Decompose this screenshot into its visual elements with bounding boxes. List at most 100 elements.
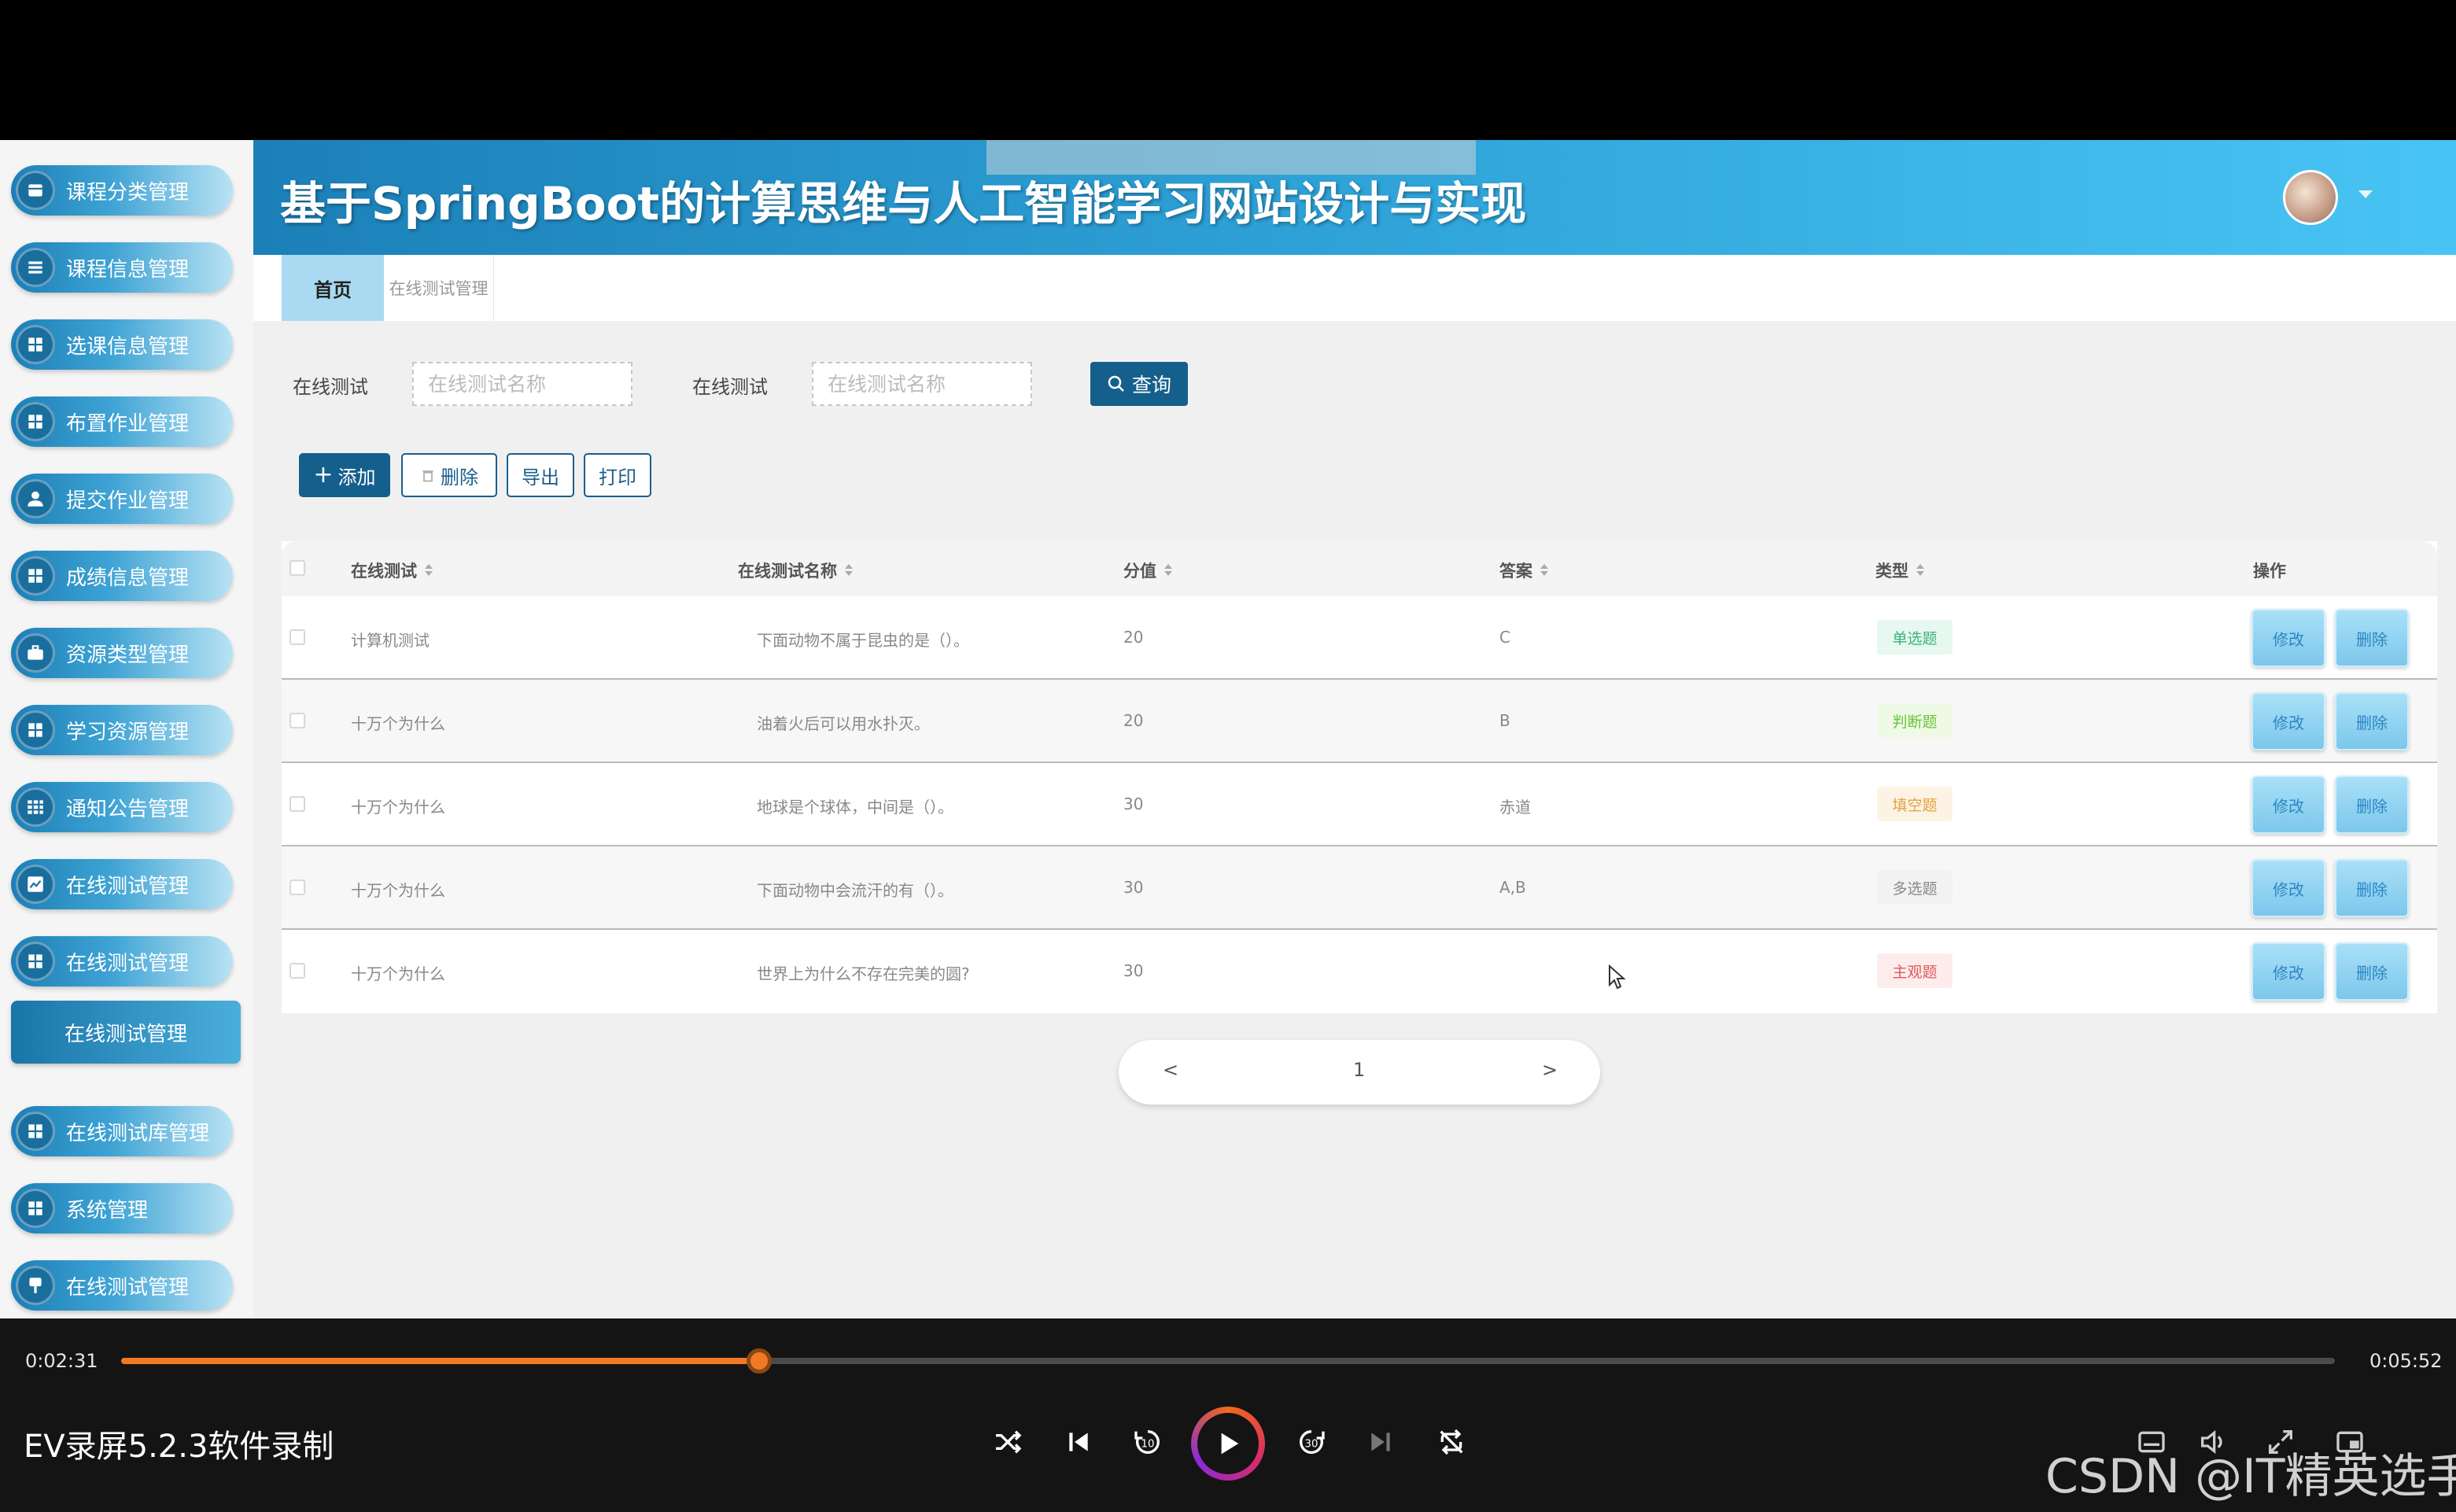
rewind-10-icon[interactable]: 10 bbox=[1127, 1421, 1169, 1463]
sidebar-item-resource-type[interactable]: 资源类型管理 bbox=[11, 628, 233, 678]
shuffle-icon[interactable] bbox=[986, 1421, 1029, 1463]
search-input-test[interactable] bbox=[412, 362, 632, 406]
chart-icon bbox=[16, 865, 55, 904]
sort-icon bbox=[1540, 564, 1548, 577]
add-button[interactable]: + 添加 bbox=[299, 453, 390, 497]
repeat-icon[interactable] bbox=[1430, 1421, 1473, 1463]
column-header[interactable]: 答案 bbox=[1499, 559, 1548, 582]
page-number-1[interactable]: 1 bbox=[1353, 1059, 1365, 1081]
edit-button[interactable]: 修改 bbox=[2251, 776, 2325, 834]
sidebar-item-label: 在线测试管理 bbox=[66, 874, 190, 898]
sidebar-item-course-selection[interactable]: 选课信息管理 bbox=[11, 319, 233, 370]
avatar[interactable] bbox=[2283, 170, 2338, 225]
table-row: 十万个为什么 下面动物中会流汗的有（）。 30 A,B 多选题 修改 删除 bbox=[282, 846, 2437, 930]
column-header[interactable]: 分值 bbox=[1123, 559, 1172, 582]
edit-button[interactable]: 修改 bbox=[2251, 859, 2325, 917]
play-button[interactable] bbox=[1191, 1407, 1265, 1481]
row-delete-button[interactable]: 删除 bbox=[2335, 776, 2409, 834]
sidebar-subitem-online-test-active[interactable]: 在线测试管理 bbox=[11, 1001, 241, 1064]
row-checkbox[interactable] bbox=[289, 963, 305, 979]
chevron-down-icon[interactable] bbox=[2358, 190, 2373, 198]
prev-page-button[interactable]: < bbox=[1163, 1059, 1178, 1081]
row-delete-button[interactable]: 删除 bbox=[2335, 609, 2409, 667]
table-row: 十万个为什么 世界上为什么不存在完美的圆? 30 主观题 修改 删除 bbox=[282, 930, 2437, 1013]
sidebar-item-course-info[interactable]: 课程信息管理 bbox=[11, 242, 233, 293]
sidebar-item-test-bank[interactable]: 在线测试库管理 bbox=[11, 1106, 233, 1156]
column-header[interactable]: 在线测试 bbox=[351, 559, 433, 582]
sidebar-item-label: 资源类型管理 bbox=[66, 643, 190, 667]
cell-test: 十万个为什么 bbox=[351, 964, 445, 983]
seek-bar-fill bbox=[121, 1358, 759, 1364]
select-all-checkbox[interactable] bbox=[289, 560, 305, 576]
add-label: 添加 bbox=[337, 466, 376, 489]
data-table: 在线测试 在线测试名称 分值 答案 类型 操作 计算机测试 下面动物不属于昆虫的… bbox=[282, 541, 2437, 1013]
seek-bar-handle[interactable] bbox=[746, 1348, 772, 1374]
column-header[interactable]: 类型 bbox=[1875, 559, 1924, 582]
total-time: 0:05:52 bbox=[2369, 1350, 2443, 1372]
skip-previous-icon[interactable] bbox=[1057, 1421, 1100, 1463]
sidebar-item-online-test-1[interactable]: 在线测试管理 bbox=[11, 859, 233, 909]
plus-icon: + bbox=[313, 461, 334, 489]
row-checkbox[interactable] bbox=[289, 713, 305, 728]
forward-30-icon[interactable]: 30 bbox=[1290, 1421, 1333, 1463]
delete-label: 删除 bbox=[441, 466, 478, 489]
cell-score: 30 bbox=[1123, 878, 1144, 897]
sidebar-item-submit-homework[interactable]: 提交作业管理 bbox=[11, 474, 233, 524]
type-tag: 单选题 bbox=[1877, 620, 1953, 655]
cell-score: 30 bbox=[1123, 961, 1144, 980]
cell-score: 20 bbox=[1123, 711, 1144, 730]
sidebar-item-label: 学习资源管理 bbox=[66, 720, 190, 744]
grid-icon bbox=[16, 1189, 55, 1228]
sidebar-item-label: 通知公告管理 bbox=[66, 797, 190, 821]
edit-button[interactable]: 修改 bbox=[2251, 609, 2325, 667]
search-input-test-name[interactable] bbox=[812, 362, 1032, 406]
column-header[interactable]: 在线测试名称 bbox=[738, 559, 853, 582]
sidebar-item-learning-resources[interactable]: 学习资源管理 bbox=[11, 705, 233, 755]
cell-test: 十万个为什么 bbox=[351, 881, 445, 900]
list-icon bbox=[16, 248, 55, 287]
row-delete-button[interactable]: 删除 bbox=[2335, 692, 2409, 750]
type-tag: 多选题 bbox=[1877, 870, 1953, 905]
sidebar-item-course-category[interactable]: 课程分类管理 bbox=[11, 165, 233, 216]
cell-answer: A,B bbox=[1499, 878, 1526, 897]
cell-test: 十万个为什么 bbox=[351, 798, 445, 817]
cell-name: 地球是个球体，中间是（）。 bbox=[757, 798, 953, 817]
row-delete-button[interactable]: 删除 bbox=[2335, 859, 2409, 917]
edit-button[interactable]: 修改 bbox=[2251, 942, 2325, 1001]
video-player-controls: 0:02:31 0:05:52 EV录屏5.2.3软件录制 10 30 CSDN… bbox=[0, 1318, 2456, 1512]
sidebar-item-system[interactable]: 系统管理 bbox=[11, 1183, 233, 1234]
edit-button[interactable]: 修改 bbox=[2251, 692, 2325, 750]
sort-icon bbox=[1916, 564, 1924, 577]
sidebar-item-label: 成绩信息管理 bbox=[66, 566, 190, 590]
search-label-1: 在线测试 bbox=[293, 376, 368, 398]
sidebar-item-online-test-3[interactable]: 在线测试管理 bbox=[11, 1260, 233, 1311]
seek-bar[interactable] bbox=[121, 1348, 2335, 1374]
table-row: 计算机测试 下面动物不属于昆虫的是（）。 20 C 单选题 修改 删除 bbox=[282, 596, 2437, 680]
row-checkbox[interactable] bbox=[289, 796, 305, 812]
print-button[interactable]: 打印 bbox=[584, 453, 651, 497]
tab-online-test[interactable]: 在线测试管理 bbox=[384, 255, 494, 321]
sidebar-item-assign-homework[interactable]: 布置作业管理 bbox=[11, 396, 233, 447]
cell-answer: C bbox=[1499, 628, 1510, 647]
export-button[interactable]: 导出 bbox=[507, 453, 574, 497]
next-page-button[interactable]: > bbox=[1542, 1059, 1558, 1081]
query-button[interactable]: 查询 bbox=[1090, 362, 1188, 406]
cell-score: 20 bbox=[1123, 628, 1144, 647]
row-delete-button[interactable]: 删除 bbox=[2335, 942, 2409, 1001]
book-icon bbox=[16, 171, 55, 210]
type-tag: 主观题 bbox=[1877, 953, 1953, 988]
sort-icon bbox=[1164, 564, 1172, 577]
delete-button[interactable]: 删除 bbox=[401, 453, 497, 497]
sidebar-item-online-test-2[interactable]: 在线测试管理 bbox=[11, 936, 233, 986]
sidebar-item-notices[interactable]: 通知公告管理 bbox=[11, 782, 233, 832]
sidebar-item-label: 布置作业管理 bbox=[66, 411, 190, 436]
skip-next-icon[interactable] bbox=[1359, 1421, 1402, 1463]
tab-home[interactable]: 首页 bbox=[282, 255, 384, 321]
briefcase-icon bbox=[16, 633, 55, 673]
cell-answer: 赤道 bbox=[1499, 798, 1531, 817]
cell-test: 计算机测试 bbox=[351, 631, 430, 650]
sidebar-item-grades[interactable]: 成绩信息管理 bbox=[11, 551, 233, 601]
row-checkbox[interactable] bbox=[289, 880, 305, 895]
tab-bar: 首页 在线测试管理 bbox=[253, 255, 2456, 321]
row-checkbox[interactable] bbox=[289, 629, 305, 645]
